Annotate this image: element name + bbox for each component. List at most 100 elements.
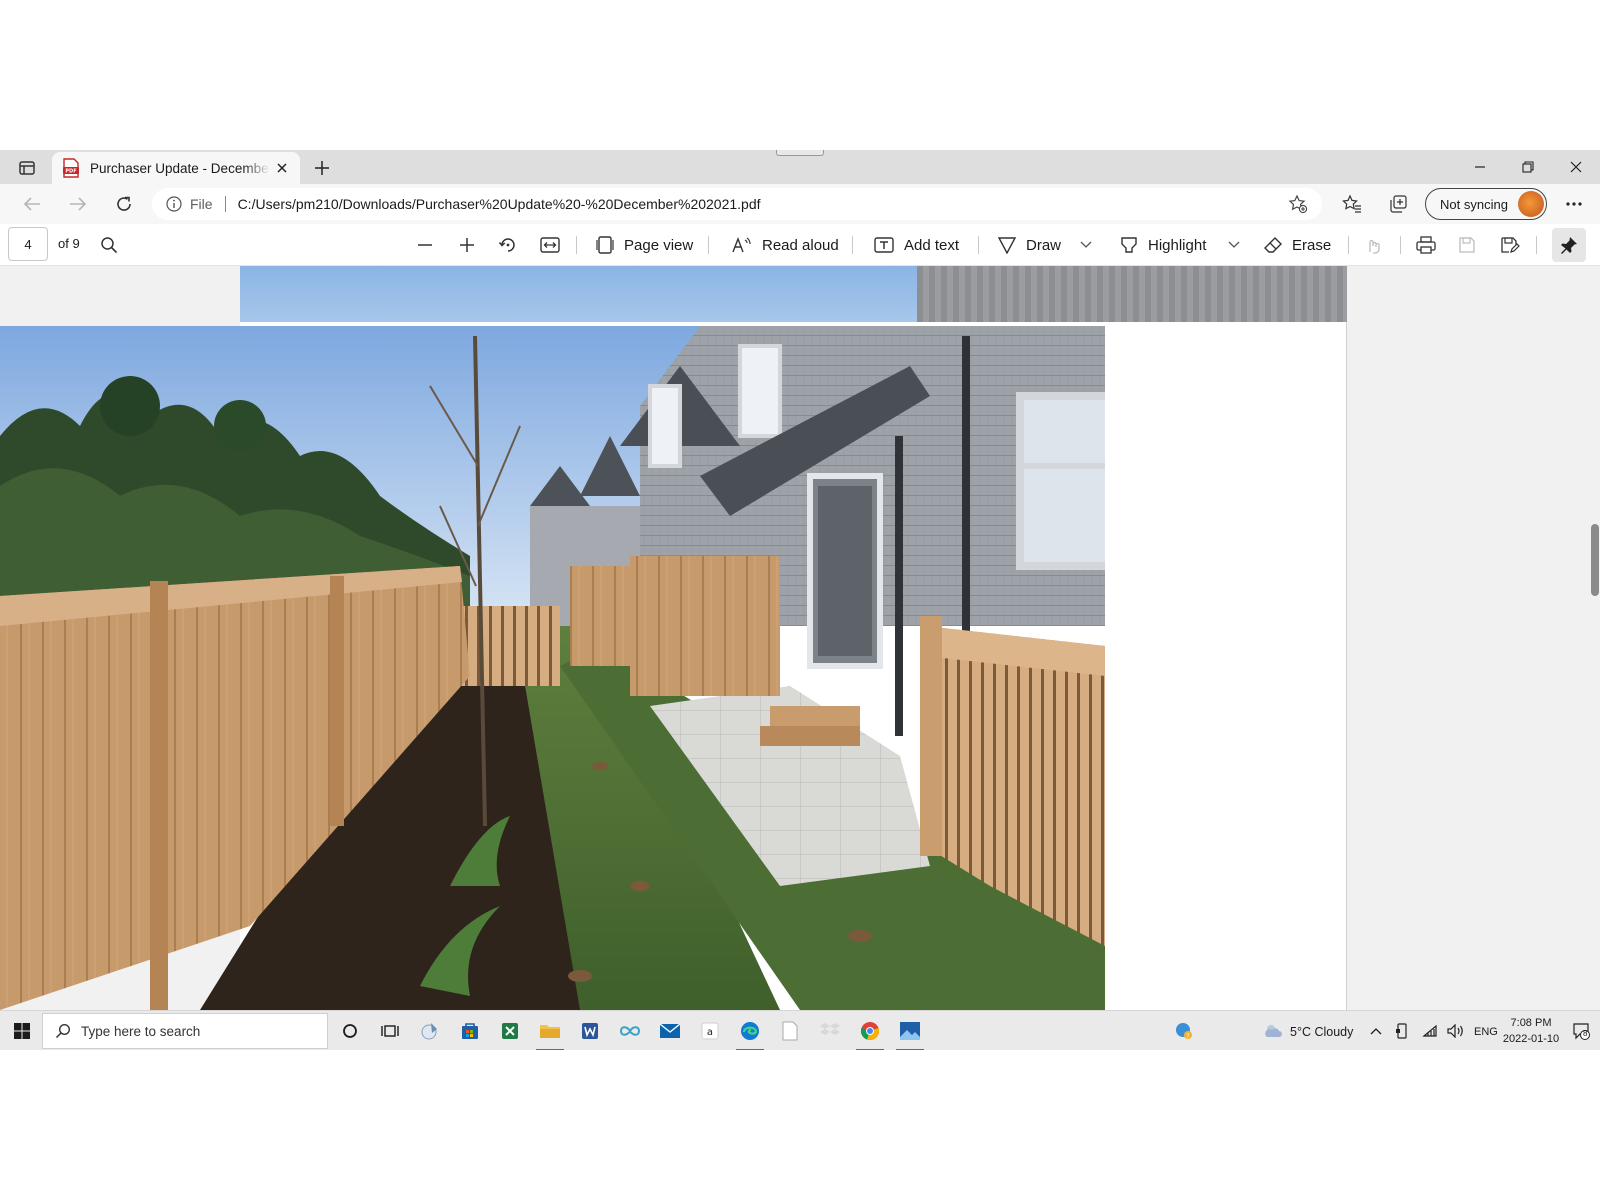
backyard-fence-photo (0, 326, 1105, 1010)
task-view-icon (381, 1025, 399, 1037)
taskbar-app-infinity[interactable] (610, 1015, 650, 1047)
touch-write-button[interactable] (1364, 231, 1392, 259)
erase-label: Erase (1292, 236, 1332, 254)
cortana-button[interactable] (330, 1015, 370, 1047)
hand-icon (1369, 239, 1380, 254)
svg-text:PDF: PDF (65, 169, 76, 175)
save-as-button[interactable] (1500, 231, 1530, 259)
highlight-button[interactable]: Highlight (1120, 231, 1206, 259)
pdf-document-viewport[interactable] (0, 266, 1600, 1010)
toolbar-divider (576, 236, 577, 254)
input-language-indicator[interactable]: ENG (1474, 1026, 1498, 1038)
tray-help-icon-button[interactable]: ? (1164, 1015, 1204, 1047)
scrollbar-thumb[interactable] (1591, 524, 1599, 596)
forward-button[interactable] (62, 190, 94, 218)
weather-widget-icon[interactable] (1262, 1015, 1284, 1047)
restore-button[interactable] (1504, 150, 1552, 184)
taskbar-search-placeholder: Type here to search (81, 1023, 201, 1039)
highlighter-icon (1121, 237, 1137, 253)
rotate-button[interactable] (498, 231, 528, 259)
start-button[interactable] (2, 1015, 42, 1047)
collections-button[interactable] (1382, 190, 1414, 218)
eraser-icon (1264, 237, 1282, 253)
taskbar-clock[interactable]: 7:08 PM 2022-01-10 (1496, 1015, 1566, 1047)
word-icon (582, 1023, 598, 1039)
taskbar-app-excel[interactable] (490, 1015, 530, 1047)
tab-purchaser-update[interactable]: PDF Purchaser Update - December 2021 (52, 152, 300, 184)
fit-width-icon (540, 237, 560, 253)
page-number-input[interactable]: 4 (8, 227, 48, 261)
notification-count-badge: 8 (1583, 1029, 1588, 1038)
document-icon (782, 1021, 798, 1041)
site-info-button[interactable]: File (166, 196, 213, 212)
taskbar-app-amazon[interactable]: a (690, 1015, 730, 1047)
amazon-icon: a (701, 1022, 719, 1040)
taskbar-app-notepad[interactable] (770, 1015, 810, 1047)
taskbar-app-dropbox[interactable] (810, 1015, 850, 1047)
toolbar-divider (978, 236, 979, 254)
window-drag-grip[interactable] (776, 150, 824, 156)
print-button[interactable] (1416, 231, 1446, 259)
zoom-out-button[interactable] (416, 231, 444, 259)
save-button[interactable] (1458, 231, 1486, 259)
taskbar-app-word[interactable] (570, 1015, 610, 1047)
back-button[interactable] (16, 190, 48, 218)
taskbar-app-mail[interactable] (650, 1015, 690, 1047)
notification-center-button[interactable]: 8 (1566, 1015, 1596, 1047)
fit-to-width-button[interactable] (540, 231, 570, 259)
highlight-options-dropdown[interactable] (1228, 231, 1250, 259)
chrome-icon (860, 1022, 880, 1041)
add-favorite-button[interactable] (1288, 194, 1308, 219)
task-view-button[interactable] (370, 1015, 410, 1047)
tray-device-button[interactable] (1388, 1015, 1416, 1047)
new-tab-button[interactable] (308, 156, 336, 180)
photos-icon (900, 1022, 920, 1040)
toolbar-divider (852, 236, 853, 254)
excel-icon (502, 1023, 518, 1039)
pdf-file-icon: PDF (62, 158, 80, 178)
close-icon (277, 163, 287, 173)
arrow-right-icon (70, 197, 87, 211)
read-aloud-icon (732, 237, 751, 253)
settings-more-button[interactable] (1558, 190, 1590, 218)
pin-toolbar-button[interactable] (1552, 228, 1586, 262)
taskbar-app-chrome[interactable] (850, 1015, 890, 1050)
vertical-scrollbar[interactable] (1588, 266, 1600, 1010)
address-bar-row: File C:/Users/pm210/Downloads/Purchaser%… (0, 184, 1600, 224)
weather-readout[interactable]: 5°C Cloudy (1290, 1025, 1353, 1039)
taskbar-search-input[interactable]: Type here to search (42, 1013, 328, 1049)
clock-date: 2022-01-10 (1502, 1033, 1560, 1045)
network-button[interactable] (1416, 1015, 1444, 1047)
favorites-button[interactable] (1336, 190, 1368, 218)
taskbar-app-store[interactable] (450, 1015, 490, 1047)
refresh-button[interactable] (108, 190, 140, 218)
tab-actions-button[interactable] (12, 156, 42, 180)
add-text-button[interactable]: Add text (874, 231, 959, 259)
profile-button[interactable]: Not syncing (1425, 188, 1547, 220)
minimize-button[interactable] (1456, 150, 1504, 184)
zoom-in-button[interactable] (458, 231, 486, 259)
volume-button[interactable] (1442, 1015, 1470, 1047)
toolbar-divider (1400, 236, 1401, 254)
chevron-up-icon (1370, 1028, 1382, 1035)
draw-button[interactable]: Draw (998, 231, 1061, 259)
draw-options-dropdown[interactable] (1080, 231, 1102, 259)
erase-button[interactable]: Erase (1264, 231, 1331, 259)
taskbar-app-photos[interactable] (890, 1015, 930, 1050)
taskbar-app-edge[interactable] (730, 1015, 770, 1050)
device-icon (1396, 1023, 1407, 1039)
taskbar-app-file-explorer[interactable] (530, 1015, 570, 1050)
find-button[interactable] (100, 231, 128, 259)
address-input[interactable]: File C:/Users/pm210/Downloads/Purchaser%… (152, 188, 1322, 220)
clock-time: 7:08 PM (1510, 1017, 1552, 1029)
windows-taskbar: Type here to search a ? 5°C Cloudy ENG 7… (0, 1010, 1600, 1050)
toolbar-divider (708, 236, 709, 254)
taskbar-app-paint[interactable] (410, 1015, 450, 1047)
read-aloud-button[interactable]: Read aloud (732, 231, 839, 259)
draw-icon (998, 237, 1016, 254)
toolbar-divider (1348, 236, 1349, 254)
store-bag-icon (462, 1023, 478, 1039)
window-close-button[interactable] (1552, 150, 1600, 184)
page-view-button[interactable]: Page view (596, 231, 693, 259)
tab-close-button[interactable] (272, 158, 292, 178)
